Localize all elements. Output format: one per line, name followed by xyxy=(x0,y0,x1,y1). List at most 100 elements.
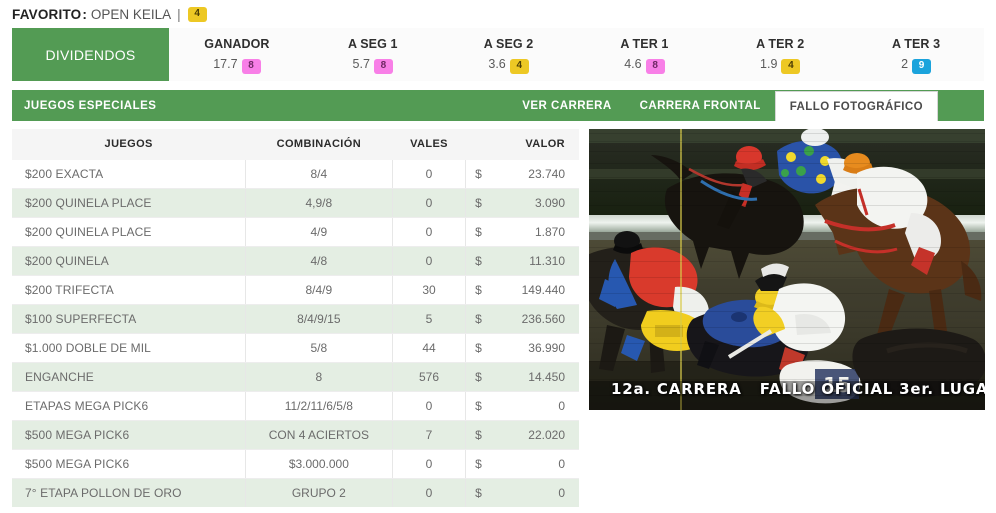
dividendo-badge: 9 xyxy=(912,59,932,75)
valor-amount: 3.090 xyxy=(534,196,565,210)
cell-juego: $200 TRIFECTA xyxy=(12,275,246,305)
cell-valor: $236.560 xyxy=(465,304,579,334)
cell-vales: 5 xyxy=(392,304,467,334)
cell-valor: $36.990 xyxy=(465,333,579,363)
dividendo-value-row: 3.6 4 xyxy=(441,55,577,75)
cell-combinacion: 8/4/9/15 xyxy=(245,304,393,334)
dividendo-value: 17.7 xyxy=(213,57,238,72)
cell-juego: $1.000 DOBLE DE MIL xyxy=(12,333,246,363)
cell-combinacion: GRUPO 2 xyxy=(245,478,393,507)
table-row: ENGANCHE 8 576 $14.450 xyxy=(12,362,579,392)
tab-label: VER CARRERA xyxy=(522,99,612,112)
currency-symbol: $ xyxy=(475,167,482,181)
dividendo-name: A SEG 1 xyxy=(347,36,398,51)
cell-combinacion: 8/4/9 xyxy=(245,275,393,305)
cell-combinacion: 4,9/8 xyxy=(245,188,393,218)
cell-vales: 0 xyxy=(392,160,467,189)
favorito-colon: : xyxy=(82,6,87,22)
cell-valor: $14.450 xyxy=(465,362,579,392)
table-row: $100 SUPERFECTA 8/4/9/15 5 $236.560 xyxy=(12,304,579,334)
currency-symbol: $ xyxy=(475,457,482,471)
dividendo-badge: 4 xyxy=(781,59,801,75)
table-header-row: JUEGOS COMBINACIÓN VALES VALOR xyxy=(12,129,579,160)
page-root: FAVORITO : OPEN KEILA | 4 DIVIDENDOS GAN… xyxy=(0,0,996,513)
cell-valor: $22.020 xyxy=(465,420,579,450)
dividendos-items: GANADOR 17.7 8 A SEG 1 5.7 8 A SEG 2 3.6 4 … xyxy=(169,28,984,81)
currency-symbol: $ xyxy=(475,370,482,384)
column-header-valor: VALOR xyxy=(465,129,579,160)
valor-amount: 0 xyxy=(558,457,565,471)
cell-vales: 0 xyxy=(392,217,467,247)
tab-ver-carrera[interactable]: VER CARRERA xyxy=(508,90,625,121)
cell-valor: $0 xyxy=(465,478,579,507)
favorito-label: FAVORITO xyxy=(12,6,82,22)
tabbar-tabs: VER CARRERA CARRERA FRONTAL FALLO FOTOGR… xyxy=(508,90,984,121)
valor-amount: 236.560 xyxy=(521,312,565,326)
cell-combinacion: 5/8 xyxy=(245,333,393,363)
cell-combinacion: CON 4 ACIERTOS xyxy=(245,420,393,450)
favorito-separator: | xyxy=(177,6,181,22)
cell-valor: $0 xyxy=(465,391,579,421)
table-row: $500 MEGA PICK6 $3.000.000 0 $0 xyxy=(12,449,579,479)
dividendo-name: A TER 3 xyxy=(891,36,941,51)
column-header-combinacion: COMBINACIÓN xyxy=(245,129,393,160)
valor-amount: 149.440 xyxy=(521,283,565,297)
favorito-number-badge: 4 xyxy=(187,6,207,22)
table-row: $1.000 DOBLE DE MIL 5/8 44 $36.990 xyxy=(12,333,579,363)
juegos-especiales-tabbar: JUEGOS ESPECIALES VER CARRERA CARRERA FR… xyxy=(12,90,984,121)
dividendo-value-row: 29 xyxy=(848,55,984,75)
table-row: $200 QUINELA 4/8 0 $11.310 xyxy=(12,246,579,276)
photo-finish-container: 15 12a. CARRERA FALLO OFICIAL 3er. LUGAR xyxy=(579,129,985,507)
cell-combinacion: 4/9 xyxy=(245,217,393,247)
tab-carrera-frontal[interactable]: CARRERA FRONTAL xyxy=(626,90,775,121)
table-row: $200 EXACTA 8/4 0 $23.740 xyxy=(12,160,579,189)
cell-valor: $3.090 xyxy=(465,188,579,218)
cell-vales: 576 xyxy=(392,362,467,392)
cell-juego: $200 QUINELA xyxy=(12,246,246,276)
table-row: 7° ETAPA POLLON DE ORO GRUPO 2 0 $0 xyxy=(12,478,579,507)
currency-symbol: $ xyxy=(475,312,482,326)
photo-finish-image[interactable]: 15 12a. CARRERA FALLO OFICIAL 3er. LUGAR xyxy=(589,129,985,410)
dividendo-ganador: GANADOR 17.7 8 xyxy=(169,35,305,75)
cell-vales: 0 xyxy=(392,391,467,421)
cell-vales: 30 xyxy=(392,275,467,305)
valor-amount: 0 xyxy=(558,486,565,500)
tab-fallo-fotografico[interactable]: FALLO FOTOGRÁFICO xyxy=(774,91,938,121)
dividendo-a-seg-1: A SEG 1 5.7 8 xyxy=(305,35,441,75)
currency-symbol: $ xyxy=(475,283,482,297)
currency-symbol: $ xyxy=(475,399,482,413)
valor-amount: 0 xyxy=(558,399,565,413)
dividendo-badge: 8 xyxy=(241,59,261,75)
dividendo-value-row: 4.6 8 xyxy=(576,55,712,75)
cell-valor: $11.310 xyxy=(465,246,579,276)
column-header-juegos: JUEGOS xyxy=(12,129,246,160)
tab-label: FALLO FOTOGRÁFICO xyxy=(789,100,923,113)
cell-juego: $100 SUPERFECTA xyxy=(12,304,246,334)
dividendo-a-ter-3: A TER 3 29 xyxy=(848,35,984,75)
favorito-bar: FAVORITO : OPEN KEILA | 4 xyxy=(0,0,996,28)
cell-juego: $200 QUINELA PLACE xyxy=(12,217,246,247)
currency-symbol: $ xyxy=(475,341,482,355)
table-row: ETAPAS MEGA PICK6 11/2/11/6/5/8 0 $0 xyxy=(12,391,579,421)
cell-combinacion: $3.000.000 xyxy=(245,449,393,479)
dividendos-tab[interactable]: DIVIDENDOS xyxy=(12,28,169,81)
valor-amount: 1.870 xyxy=(534,225,565,239)
dividendo-value-row: 5.7 8 xyxy=(305,55,441,75)
dividendo-badge: 8 xyxy=(645,59,665,75)
cell-vales: 44 xyxy=(392,333,467,363)
cell-combinacion: 4/8 xyxy=(245,246,393,276)
dividendo-badge: 8 xyxy=(373,59,393,75)
cell-juego: $200 QUINELA PLACE xyxy=(12,188,246,218)
dividendo-value-row: 17.7 8 xyxy=(169,55,305,75)
dividendo-value-row: 1.9 4 xyxy=(712,55,848,75)
column-header-vales: VALES xyxy=(392,129,466,160)
cell-juego: $500 MEGA PICK6 xyxy=(12,449,246,479)
dividendo-badge: 4 xyxy=(509,59,529,75)
favorito-horse-name: OPEN KEILA xyxy=(90,6,172,22)
dividendos-tab-label: DIVIDENDOS xyxy=(45,46,136,63)
currency-symbol: $ xyxy=(475,428,482,442)
dividendo-a-seg-2: A SEG 2 3.6 4 xyxy=(441,35,577,75)
dividendo-name: A TER 1 xyxy=(620,36,669,51)
cell-juego: ETAPAS MEGA PICK6 xyxy=(12,391,246,421)
juegos-table-container: JUEGOS COMBINACIÓN VALES VALOR $200 EXAC… xyxy=(12,129,579,507)
